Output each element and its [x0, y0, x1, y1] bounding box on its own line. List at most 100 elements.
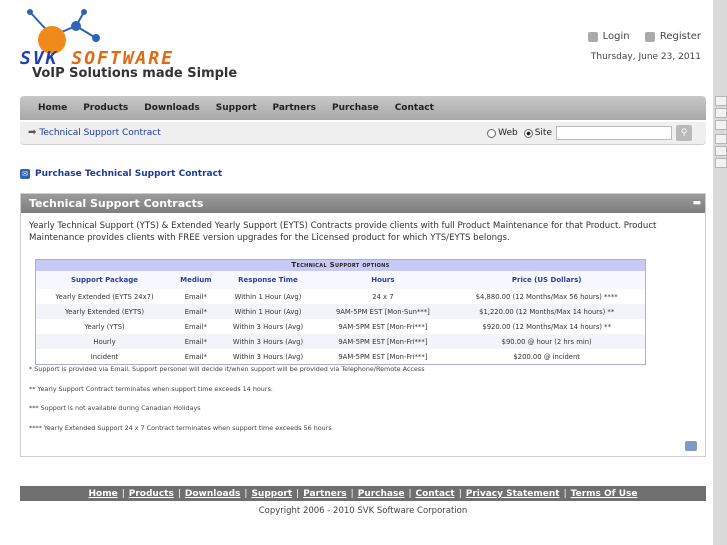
cell-price: $90.00 @ hour (2 hrs min) [448, 334, 645, 349]
cell-medium: Email* [173, 334, 219, 349]
footer-products[interactable]: Products [129, 489, 174, 499]
footer-separator: | [563, 488, 567, 499]
nav-products[interactable]: Products [83, 103, 128, 113]
cell-package: Yearly Extended (EYTS) [36, 304, 174, 319]
search-input[interactable] [556, 126, 672, 140]
page: SVK SOFTWARE VoIP Solutions made Simple … [0, 0, 713, 545]
footer-purchase[interactable]: Purchase [358, 489, 405, 499]
table-row: Yearly Extended (EYTS) Email* Within 1 H… [36, 304, 645, 319]
cell-medium: Email* [173, 289, 219, 304]
radio-site[interactable] [523, 128, 533, 138]
copyright: Copyright 2006 - 2010 SVK Software Corpo… [258, 506, 468, 516]
footer-separator: | [296, 488, 300, 499]
collapse-icon[interactable]: ▬ [692, 194, 701, 213]
cell-package: Yearly (YTS) [36, 319, 174, 334]
cell-hours: 9AM-5PM EST [Mon-Sun***] [317, 304, 449, 319]
register-icon [644, 31, 655, 42]
purchase-support-link[interactable]: ✉ Purchase Technical Support Contract [20, 169, 222, 179]
cell-response: Within 3 Hours (Avg) [218, 319, 318, 334]
support-options-table: Technical Support options Support Packag… [35, 259, 646, 365]
side-button[interactable] [715, 134, 727, 144]
cell-hours: 9AM-5PM EST [Mon-Fri***] [317, 319, 449, 334]
login-icon [587, 31, 598, 42]
footer-privacy[interactable]: Privacy Statement [466, 489, 560, 499]
cell-price: $920.00 (12 Months/Max 14 hours) ** [448, 319, 645, 334]
cell-medium: Email* [173, 349, 219, 364]
footer-separator: | [408, 488, 412, 499]
panel-title: Technical Support Contracts [29, 197, 204, 210]
account-links: Login Register [576, 31, 701, 45]
print-icon[interactable] [685, 441, 697, 451]
nav-purchase[interactable]: Purchase [332, 103, 379, 113]
radio-web-label: Web [498, 128, 518, 138]
col-hours: Hours [371, 276, 395, 284]
footnote: **** Yearly Extended Support 24 x 7 Cont… [29, 423, 332, 432]
radio-web[interactable] [487, 128, 497, 138]
panel-header: Technical Support Contracts ▬ [21, 194, 705, 213]
cell-hours: 9AM-5PM EST [Mon-Fri***] [317, 349, 449, 364]
cell-package: Yearly Extended (EYTS 24x7) [36, 289, 174, 304]
footnote: ** Yearly Support Contract terminates wh… [29, 384, 273, 393]
cell-medium: Email* [173, 319, 219, 334]
cell-response: Within 3 Hours (Avg) [218, 349, 318, 364]
login-link[interactable]: Login [587, 31, 630, 42]
table-title: Technical Support options [36, 260, 645, 271]
footer-terms[interactable]: Terms Of Use [571, 489, 638, 499]
nav-downloads[interactable]: Downloads [144, 103, 200, 113]
purchase-icon: ✉ [20, 169, 30, 179]
support-panel: Technical Support Contracts ▬ Yearly Tec… [20, 193, 706, 457]
current-date: Thursday, June 23, 2011 [590, 52, 701, 62]
nav-contact[interactable]: Contact [395, 103, 434, 113]
nav-home[interactable]: Home [38, 103, 67, 113]
nav-support[interactable]: Support [216, 103, 257, 113]
nav-partners[interactable]: Partners [273, 103, 316, 113]
footer-separator: | [177, 488, 181, 499]
footer-separator: | [350, 488, 354, 499]
tagline: VoIP Solutions made Simple [32, 66, 238, 81]
col-medium: Medium [180, 276, 212, 284]
arrow-right-icon: ➡ [28, 127, 37, 138]
radio-site-label: Site [534, 128, 552, 138]
side-button[interactable] [715, 120, 727, 130]
purchase-support-label: Purchase Technical Support Contract [35, 169, 223, 179]
breadcrumb-link[interactable]: Technical Support Contract [39, 128, 160, 138]
footer-home[interactable]: Home [89, 489, 118, 499]
main-nav: Home Products Downloads Support Partners… [20, 96, 706, 120]
browser-side-strip [713, 0, 727, 545]
footer-links: Home | Products | Downloads | Support | Part… [20, 486, 706, 501]
footer-downloads[interactable]: Downloads [185, 489, 241, 499]
side-button[interactable] [715, 108, 727, 118]
cell-package: Hourly [36, 334, 174, 349]
cell-hours: 9AM-5PM EST [Mon-Fri***] [317, 334, 449, 349]
footer-separator: | [244, 488, 248, 499]
cell-package: Incident [36, 349, 174, 364]
col-package: Support Package [70, 276, 139, 284]
table-row: Hourly Email* Within 3 Hours (Avg) 9AM-5… [36, 334, 645, 349]
table-row: Yearly Extended (EYTS 24x7) Email* Withi… [36, 289, 645, 304]
cell-response: Within 3 Hours (Avg) [218, 334, 318, 349]
cell-hours: 24 x 7 [317, 289, 449, 304]
panel-intro: Yearly Technical Support (YTS) & Extende… [29, 221, 657, 243]
side-button[interactable] [715, 146, 727, 156]
cell-medium: Email* [173, 304, 219, 319]
table-row: Yearly (YTS) Email* Within 3 Hours (Avg)… [36, 319, 645, 334]
side-button[interactable] [715, 96, 727, 106]
search-icon: ⚲ [680, 128, 688, 138]
footer-support[interactable]: Support [251, 489, 292, 499]
side-button[interactable] [715, 158, 727, 168]
footer-partners[interactable]: Partners [303, 489, 346, 499]
table-header-row: Support Package Medium Response Time Hou… [36, 271, 645, 289]
cell-response: Within 1 Hour (Avg) [218, 304, 318, 319]
sub-nav: ➡ Technical Support Contract Web Site ⚲ [20, 122, 706, 145]
cell-price: $200.00 @ incident [448, 349, 645, 364]
cell-response: Within 1 Hour (Avg) [218, 289, 318, 304]
register-link[interactable]: Register [644, 31, 701, 42]
cell-price: $1,220.00 (12 Months/Max 14 hours) ** [448, 304, 645, 319]
register-label: Register [659, 31, 701, 42]
search-button[interactable]: ⚲ [676, 125, 692, 141]
footnotes: * Support is provided via Email. Support… [29, 365, 425, 443]
login-label: Login [602, 31, 630, 42]
col-price: Price (US Dollars) [511, 276, 582, 284]
footnote: *** Support is not available during Cana… [29, 404, 201, 412]
footer-contact[interactable]: Contact [415, 489, 454, 499]
